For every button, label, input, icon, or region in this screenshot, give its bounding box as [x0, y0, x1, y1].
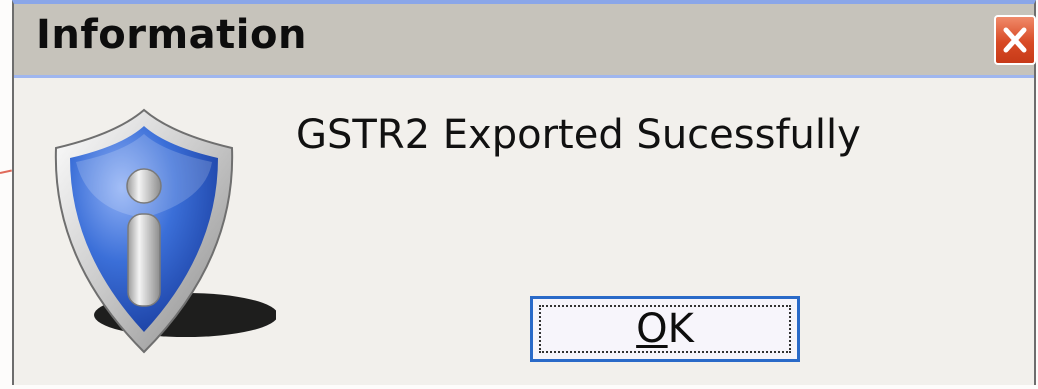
dialog-title: Information: [36, 12, 307, 58]
ok-button-focus-ring: OK: [539, 305, 791, 353]
dialog-body: GSTR2 Exported Sucessfully OK: [14, 78, 1034, 385]
ok-mnemonic: O: [636, 306, 668, 352]
ok-label-rest: K: [667, 306, 694, 352]
close-button[interactable]: [994, 15, 1036, 65]
dialog-titlebar[interactable]: Information: [14, 4, 1036, 78]
dialog-message: GSTR2 Exported Sucessfully: [296, 112, 861, 158]
close-icon: [1003, 27, 1027, 53]
information-dialog: Information GSTR2 Exported Sucessfully O…: [12, 0, 1036, 385]
ok-button[interactable]: OK: [530, 296, 800, 362]
ok-button-label: OK: [636, 309, 694, 349]
information-shield-icon: [54, 108, 276, 354]
